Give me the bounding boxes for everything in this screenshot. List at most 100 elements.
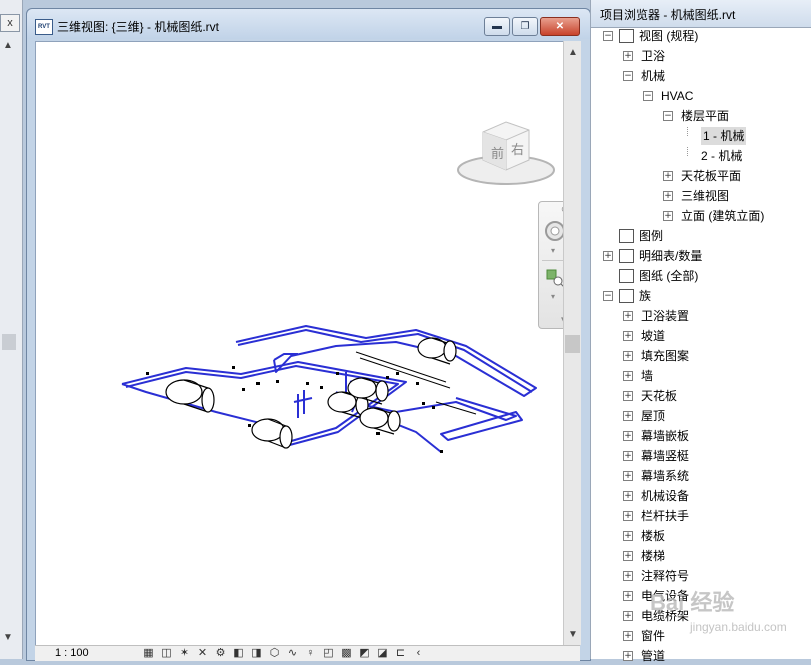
tree-node-label[interactable]: 机械设备 (641, 487, 689, 505)
tree-node[interactable]: − 视图 (规程) (591, 27, 811, 45)
tree-node-label[interactable]: 2 - 机械 (701, 147, 742, 165)
tree-node[interactable]: + 立面 (建筑立面) (591, 207, 811, 225)
tree-node[interactable]: + 填充图案 (591, 347, 811, 365)
more-icon[interactable]: ‹ (412, 647, 425, 659)
tree-node-label[interactable]: 管道 (641, 647, 665, 665)
zoom-dropdown-icon[interactable]: ▾ (551, 292, 555, 301)
scroll-thumb[interactable] (565, 335, 580, 353)
browser-header[interactable]: 项目浏览器 - 机械图纸.rvt (591, 0, 811, 28)
tree-node[interactable]: + 楼板 (591, 527, 811, 545)
tree-node-label[interactable]: 坡道 (641, 327, 665, 345)
tree-node[interactable]: + 天花板 (591, 387, 811, 405)
expand-icon[interactable]: + (623, 531, 633, 541)
tree-node-label[interactable]: 卫浴 (641, 47, 665, 65)
steering-dropdown-icon[interactable]: ▾ (551, 246, 555, 255)
expand-icon[interactable]: + (663, 211, 673, 221)
expand-icon[interactable]: + (623, 511, 633, 521)
tree-node[interactable]: − 机械 (591, 67, 811, 85)
render-icon[interactable]: ⚙ (214, 647, 227, 659)
tree-node[interactable]: + 机械设备 (591, 487, 811, 505)
tree-node-label[interactable]: HVAC (661, 87, 693, 105)
tree-node-label[interactable]: 楼板 (641, 527, 665, 545)
expand-icon[interactable]: + (623, 411, 633, 421)
expand-icon[interactable]: + (663, 171, 673, 181)
tree-node-label[interactable]: 屋顶 (641, 407, 665, 425)
tree-node[interactable]: − 楼层平面 (591, 107, 811, 125)
tree-node[interactable]: + 幕墙嵌板 (591, 427, 811, 445)
tree-node[interactable]: + 注释符号 (591, 567, 811, 585)
tree-node[interactable]: + 管道 (591, 647, 811, 665)
expand-icon[interactable]: + (623, 651, 633, 661)
crop-icon[interactable]: ◧ (232, 647, 245, 659)
expand-icon[interactable]: + (623, 331, 633, 341)
tree-node[interactable]: + 幕墙竖梃 (591, 447, 811, 465)
left-scroll-up-arrow[interactable]: ▲ (3, 40, 13, 51)
expand-icon[interactable]: + (623, 471, 633, 481)
tree-node[interactable]: + 楼梯 (591, 547, 811, 565)
close-button[interactable]: ✕ (540, 17, 580, 36)
detail-level-icon[interactable]: ▦ (142, 647, 155, 659)
tree-node-label[interactable]: 明细表/数量 (639, 247, 702, 265)
tree-node-label[interactable]: 图纸 (全部) (639, 267, 698, 285)
expand-icon[interactable]: + (623, 631, 633, 641)
tree-node-label[interactable]: 卫浴装置 (641, 307, 689, 325)
tree-node[interactable]: + 坡道 (591, 327, 811, 345)
view-cube[interactable]: 前 右 (451, 112, 561, 187)
view-scale[interactable]: 1 : 100 (55, 647, 89, 659)
tree-node-label[interactable]: 立面 (建筑立面) (681, 207, 764, 225)
tree-node-label[interactable]: 窗件 (641, 627, 665, 645)
view-vertical-scrollbar[interactable]: ▲ ▼ (563, 41, 581, 645)
tree-node[interactable]: + 墙 (591, 367, 811, 385)
tree-node[interactable]: + 卫浴 (591, 47, 811, 65)
tree-node-label[interactable]: 1 - 机械 (701, 127, 747, 145)
tree-node-label[interactable]: 天花板平面 (681, 167, 741, 185)
collapse-icon[interactable]: − (663, 111, 673, 121)
expand-icon[interactable]: + (663, 191, 673, 201)
tree-node-label[interactable]: 幕墙系统 (641, 467, 689, 485)
reveal-hidden-icon[interactable]: ♀ (304, 647, 317, 659)
design-options-icon[interactable]: ◪ (376, 647, 389, 659)
tree-node-label[interactable]: 填充图案 (641, 347, 689, 365)
maximize-button[interactable]: ❐ (512, 17, 538, 36)
tree-node[interactable]: 1 - 机械 (591, 127, 811, 145)
view-titlebar[interactable]: RVT 三维视图: {三维} - 机械图纸.rvt ▬ ❐ ✕ (27, 9, 590, 39)
scroll-down-arrow[interactable]: ▼ (568, 629, 578, 640)
tree-node[interactable]: 图例 (591, 227, 811, 245)
expand-icon[interactable]: + (623, 431, 633, 441)
visual-style-icon[interactable]: ◫ (160, 647, 173, 659)
tree-node[interactable]: + 三维视图 (591, 187, 811, 205)
tree-node[interactable]: − 族 (591, 287, 811, 305)
expand-icon[interactable]: + (623, 391, 633, 401)
tree-node[interactable]: 图纸 (全部) (591, 267, 811, 285)
tree-node[interactable]: + 栏杆扶手 (591, 507, 811, 525)
tree-node[interactable]: + 幕墙系统 (591, 467, 811, 485)
tree-node-label[interactable]: 栏杆扶手 (641, 507, 689, 525)
collapse-icon[interactable]: − (643, 91, 653, 101)
tree-node-label[interactable]: 注释符号 (641, 567, 689, 585)
expand-icon[interactable]: + (623, 591, 633, 601)
shadows-icon[interactable]: ✕ (196, 647, 209, 659)
expand-icon[interactable]: + (623, 451, 633, 461)
temp-hide-icon[interactable]: ∿ (286, 647, 299, 659)
unlock-3d-icon[interactable]: ⬡ (268, 647, 281, 659)
minimize-button[interactable]: ▬ (484, 17, 510, 36)
tree-node-label[interactable]: 机械 (641, 67, 665, 85)
left-scroll-down-arrow[interactable]: ▼ (3, 632, 13, 643)
tree-node[interactable]: − HVAC (591, 87, 811, 105)
3d-drawing-canvas[interactable]: 前 右 ⊗ ▾ ▾ ▾ (35, 41, 572, 647)
tree-node[interactable]: + 天花板平面 (591, 167, 811, 185)
expand-icon[interactable]: + (623, 491, 633, 501)
expand-icon[interactable]: + (623, 571, 633, 581)
tree-node-label[interactable]: 族 (639, 287, 651, 305)
collapse-icon[interactable]: − (623, 71, 633, 81)
expand-icon[interactable]: + (623, 371, 633, 381)
expand-icon[interactable]: + (623, 351, 633, 361)
tree-node-label[interactable]: 三维视图 (681, 187, 729, 205)
expand-icon[interactable]: + (623, 51, 633, 61)
left-panel-close-button[interactable]: x (0, 14, 20, 32)
tree-node-label[interactable]: 楼层平面 (681, 107, 729, 125)
tree-node-label[interactable]: 楼梯 (641, 547, 665, 565)
tree-node-label[interactable]: 天花板 (641, 387, 677, 405)
expand-icon[interactable]: + (623, 611, 633, 621)
expand-icon[interactable]: + (623, 551, 633, 561)
